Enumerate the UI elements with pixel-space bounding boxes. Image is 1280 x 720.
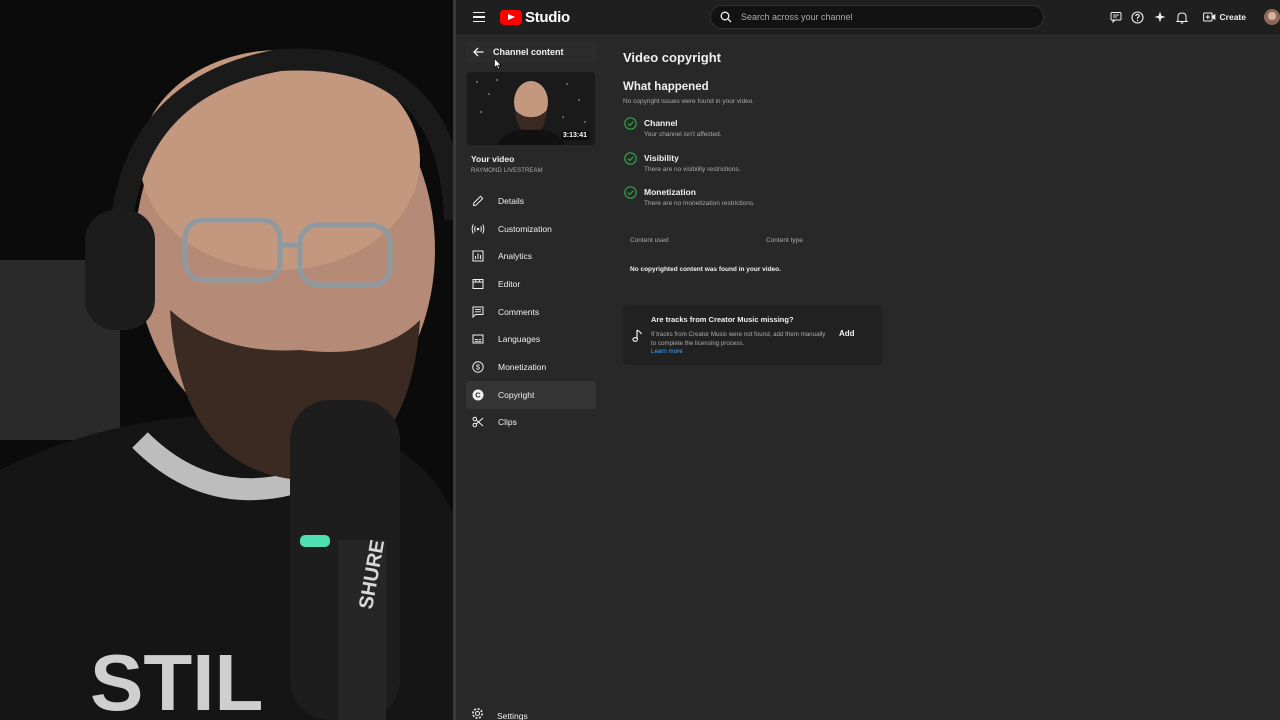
create-label: Create	[1219, 12, 1246, 22]
analytics-icon	[471, 249, 485, 263]
gear-icon	[471, 707, 484, 720]
scissors-icon	[471, 415, 485, 429]
sidebar-item-analytics[interactable]: Analytics	[466, 242, 596, 270]
search-input[interactable]	[741, 12, 1021, 22]
create-button[interactable]: Create	[1199, 6, 1254, 28]
studio-app: Studio Create	[456, 0, 1280, 720]
editor-icon	[471, 277, 485, 291]
sidebar-item-label: Editor	[498, 278, 521, 289]
video-duration: 3:13:41	[560, 131, 589, 140]
video-thumbnail[interactable]: 3:13:41	[467, 72, 595, 145]
sidebar-item-label: Details	[498, 195, 524, 206]
page-title: Video copyright	[623, 50, 721, 65]
status-description: Your channel isn't affected.	[644, 131, 722, 138]
column-header-content-used: Content used	[630, 237, 669, 244]
youtube-play-icon	[500, 9, 522, 25]
status-description: There are no visibility restrictions.	[644, 166, 741, 173]
bell-icon[interactable]	[1171, 6, 1193, 28]
video-title: RAYMOND LIVESTREAM	[471, 168, 543, 174]
back-to-channel-content[interactable]: Channel content	[466, 41, 596, 63]
what-happened-summary: No copyright issues were found in your v…	[623, 98, 755, 105]
music-note-icon	[632, 329, 642, 342]
comments-icon	[471, 305, 485, 319]
sidebar-item-languages[interactable]: Languages	[466, 325, 596, 353]
creator-music-card: Are tracks from Creator Music missing? I…	[623, 305, 882, 365]
sidebar-item-label: Copyright	[498, 389, 535, 400]
subtitles-icon	[471, 332, 485, 346]
learn-more-link[interactable]: Learn more	[651, 348, 683, 355]
search-bar[interactable]	[710, 5, 1044, 29]
your-video-label: Your video	[471, 154, 515, 164]
webcam-image: SHURE STIL	[0, 0, 456, 720]
logo-text: Studio	[525, 8, 570, 26]
sidebar-item-editor[interactable]: Editor	[466, 270, 596, 298]
status-description: There are no monetization restrictions.	[644, 200, 755, 207]
add-tracks-button[interactable]: Add	[839, 329, 855, 338]
sidebar-item-clips[interactable]: Clips	[466, 409, 596, 437]
status-title: Visibility	[644, 153, 679, 163]
sidebar-item-label: Customization	[498, 223, 552, 234]
video-plus-icon	[1202, 12, 1215, 22]
check-circle-icon	[624, 152, 637, 165]
feedback-icon[interactable]	[1105, 6, 1127, 28]
sidebar-item-comments[interactable]: Comments	[466, 298, 596, 326]
what-happened-heading: What happened	[623, 81, 709, 93]
settings-label: Settings	[497, 711, 528, 720]
check-circle-icon	[624, 186, 637, 199]
top-bar: Studio Create	[456, 0, 1280, 34]
sparkle-icon[interactable]	[1149, 6, 1171, 28]
pencil-icon	[471, 194, 485, 208]
shirt-text: STIL	[90, 638, 263, 720]
copyright-icon: C	[471, 388, 485, 402]
sidebar-item-customization[interactable]: Customization	[466, 215, 596, 243]
sidebar-item-monetization[interactable]: $ Monetization	[466, 353, 596, 381]
status-title: Monetization	[644, 187, 696, 197]
video-nav: Details Customization Analytics Editor C…	[466, 187, 596, 436]
mouse-cursor-icon	[494, 58, 502, 70]
studio-logo[interactable]: Studio	[500, 8, 570, 26]
sidebar-item-label: Monetization	[498, 361, 547, 372]
status-title: Channel	[644, 118, 678, 128]
svg-text:$: $	[476, 363, 481, 372]
hamburger-menu-button[interactable]	[470, 8, 488, 26]
arrow-back-icon	[471, 45, 485, 59]
empty-table-message: No copyrighted content was found in your…	[630, 266, 781, 273]
search-icon[interactable]	[711, 5, 741, 29]
sidebar-item-label: Analytics	[498, 251, 533, 262]
broadcast-icon	[471, 222, 485, 236]
account-avatar[interactable]	[1264, 9, 1280, 25]
sidebar: Channel content 3:13:41 Your video RAYMO…	[456, 35, 606, 720]
sidebar-item-label: Clips	[498, 417, 517, 428]
webcam-feed: SHURE STIL	[0, 0, 456, 720]
svg-text:C: C	[475, 390, 481, 399]
top-right-actions: Create	[1105, 0, 1280, 34]
sidebar-item-label: Comments	[498, 306, 540, 317]
help-icon[interactable]	[1127, 6, 1149, 28]
dollar-icon: $	[471, 360, 485, 374]
sidebar-item-details[interactable]: Details	[466, 187, 596, 215]
sidebar-item-settings[interactable]: Settings	[471, 707, 528, 720]
card-title: Are tracks from Creator Music missing?	[651, 315, 794, 324]
back-label: Channel content	[493, 47, 564, 57]
check-circle-icon	[624, 117, 637, 130]
column-header-content-type: Content type	[766, 237, 803, 244]
sidebar-item-label: Languages	[498, 334, 541, 345]
sidebar-item-copyright[interactable]: C Copyright	[466, 380, 596, 409]
card-body: If tracks from Creator Music were not fo…	[651, 331, 826, 347]
